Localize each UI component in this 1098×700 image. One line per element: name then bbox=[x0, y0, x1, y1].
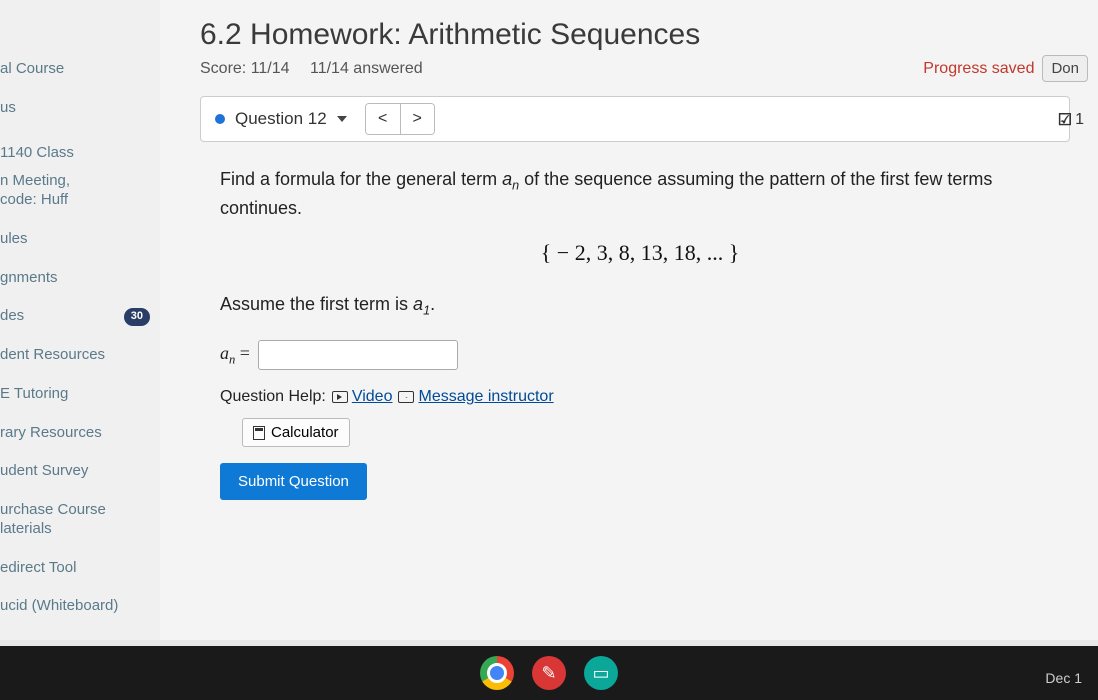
sidebar-item[interactable]: edirect Tool bbox=[0, 549, 160, 588]
assignment-title: 6.2 Homework: Arithmetic Sequences bbox=[200, 18, 1098, 52]
answer-row: an = bbox=[220, 340, 1060, 370]
flag-indicator[interactable]: ☑ 1 bbox=[1058, 110, 1084, 130]
message-instructor-link[interactable]: Message instructor bbox=[398, 388, 553, 406]
assume-var: a bbox=[413, 294, 423, 314]
sidebar-item[interactable]: dent Resources bbox=[0, 336, 160, 375]
main-content: 6.2 Homework: Arithmetic Sequences Score… bbox=[160, 0, 1098, 640]
sidebar-item[interactable]: gnments bbox=[0, 259, 160, 298]
question-bar: Question 12 < > bbox=[200, 96, 1070, 142]
course-sidebar: al Course us 1140 Class n Meeting, code:… bbox=[0, 0, 160, 640]
calculator-label: Calculator bbox=[271, 424, 339, 441]
sidebar-item[interactable]: udent Survey bbox=[0, 452, 160, 491]
question-nav: < > bbox=[365, 103, 435, 135]
sidebar-item[interactable]: al Course bbox=[0, 50, 160, 89]
question-content: Find a formula for the general term an o… bbox=[200, 146, 1080, 500]
sidebar-item[interactable]: urchase Course bbox=[0, 491, 160, 520]
question-selector[interactable]: Question 12 bbox=[211, 105, 351, 133]
answer-input[interactable] bbox=[258, 340, 458, 370]
os-taskbar: ✎ ▭ Dec 1 bbox=[0, 646, 1098, 700]
help-row: Question Help: Video Message instructor bbox=[220, 388, 1060, 406]
chevron-down-icon bbox=[337, 116, 347, 122]
grades-badge: 30 bbox=[124, 308, 150, 326]
sidebar-item[interactable]: laterials bbox=[0, 520, 160, 549]
sidebar-item[interactable]: rary Resources bbox=[0, 414, 160, 453]
sidebar-item[interactable]: E Tutoring bbox=[0, 375, 160, 414]
assume-text: . bbox=[430, 294, 435, 314]
assume-line: Assume the first term is a1. bbox=[220, 294, 1060, 318]
question-selector-label: Question 12 bbox=[235, 109, 327, 129]
sidebar-item[interactable]: code: Huff bbox=[0, 191, 160, 220]
calculator-icon bbox=[253, 426, 265, 440]
app-icon[interactable]: ▭ bbox=[584, 656, 618, 690]
question-prompt: Find a formula for the general term an o… bbox=[220, 166, 1060, 222]
checkmark-icon: ☑ bbox=[1058, 110, 1072, 130]
prompt-var: a bbox=[502, 169, 512, 189]
system-date: Dec 1 bbox=[1045, 670, 1082, 686]
sequence-display: { − 2, 3, 8, 13, 18, ... } bbox=[220, 240, 1060, 266]
next-question-button[interactable]: > bbox=[400, 104, 434, 134]
score-value: Score: 11/14 bbox=[200, 60, 290, 77]
prev-question-button[interactable]: < bbox=[366, 104, 400, 134]
sidebar-item-grades[interactable]: des 30 bbox=[0, 297, 160, 336]
envelope-icon bbox=[398, 391, 414, 403]
status-dot-icon bbox=[215, 114, 225, 124]
submit-question-button[interactable]: Submit Question bbox=[220, 463, 367, 500]
progress-saved-label: Progress saved bbox=[923, 60, 1034, 78]
sidebar-item[interactable]: us bbox=[0, 89, 160, 128]
chrome-icon[interactable] bbox=[480, 656, 514, 690]
video-help-link[interactable]: Video bbox=[332, 388, 393, 406]
flag-count: 1 bbox=[1075, 111, 1084, 129]
answer-lhs: an = bbox=[220, 343, 250, 368]
answered-value: 11/14 answered bbox=[310, 60, 423, 77]
progress-status: Progress saved Don bbox=[923, 55, 1088, 82]
assume-text: Assume the first term is bbox=[220, 294, 413, 314]
sidebar-item-label: des bbox=[0, 307, 24, 326]
app-icon[interactable]: ✎ bbox=[532, 656, 566, 690]
video-icon bbox=[332, 391, 348, 403]
video-help-label: Video bbox=[352, 388, 393, 406]
calculator-button[interactable]: Calculator bbox=[242, 418, 350, 447]
sidebar-item[interactable]: ucid (Whiteboard) bbox=[0, 587, 160, 626]
prompt-text: Find a formula for the general term bbox=[220, 169, 502, 189]
message-instructor-label: Message instructor bbox=[418, 388, 553, 406]
sidebar-item[interactable]: 1140 Class bbox=[0, 128, 160, 173]
sidebar-item[interactable]: n Meeting, bbox=[0, 172, 160, 191]
help-label: Question Help: bbox=[220, 388, 326, 406]
sidebar-item[interactable]: ules bbox=[0, 220, 160, 259]
done-button[interactable]: Don bbox=[1042, 55, 1088, 82]
